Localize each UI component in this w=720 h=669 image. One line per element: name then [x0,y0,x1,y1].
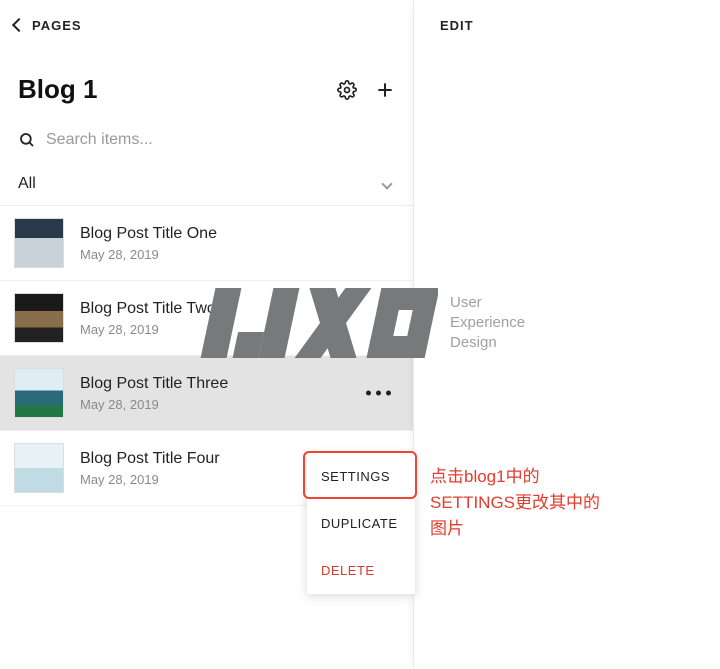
ctx-settings[interactable]: SETTINGS [307,453,415,500]
gear-icon[interactable] [337,80,357,100]
post-date: May 28, 2019 [80,397,228,412]
post-thumbnail [14,293,64,343]
list-item[interactable]: Blog Post Title Two May 28, 2019 [0,281,413,356]
search-input[interactable] [46,131,395,149]
filter-label: All [18,175,36,193]
list-item[interactable]: Blog Post Title One May 28, 2019 [0,206,413,281]
post-title: Blog Post Title Four [80,450,220,468]
plus-icon[interactable] [375,80,395,100]
chevron-down-icon [381,178,392,189]
edit-button[interactable]: EDIT [414,0,720,50]
post-thumbnail [14,218,64,268]
title-actions [337,80,395,100]
more-icon[interactable] [366,391,391,396]
title-row: Blog 1 [0,50,413,123]
post-title: Blog Post Title Three [80,375,228,393]
list-item[interactable]: Blog Post Title Three May 28, 2019 [0,356,413,431]
post-thumbnail [14,368,64,418]
context-menu: SETTINGS DUPLICATE DELETE [307,453,415,594]
chevron-left-icon [12,18,26,32]
right-panel: EDIT [413,0,720,669]
post-title: Blog Post Title One [80,225,217,243]
search-row [0,123,413,163]
post-title: Blog Post Title Two [80,300,216,318]
back-label: PAGES [32,18,82,33]
ctx-delete[interactable]: DELETE [307,547,415,594]
post-date: May 28, 2019 [80,247,217,262]
post-date: May 28, 2019 [80,472,220,487]
filter-dropdown[interactable]: All [0,163,413,206]
app-root: PAGES Blog 1 [0,0,720,669]
page-title: Blog 1 [18,74,97,105]
post-body: Blog Post Title One May 28, 2019 [80,225,217,262]
post-date: May 28, 2019 [80,322,216,337]
post-body: Blog Post Title Four May 28, 2019 [80,450,220,487]
search-icon [18,131,36,149]
post-thumbnail [14,443,64,493]
edit-label: EDIT [440,18,474,33]
back-to-pages[interactable]: PAGES [0,0,413,50]
post-body: Blog Post Title Three May 28, 2019 [80,375,228,412]
post-body: Blog Post Title Two May 28, 2019 [80,300,216,337]
ctx-duplicate[interactable]: DUPLICATE [307,500,415,547]
